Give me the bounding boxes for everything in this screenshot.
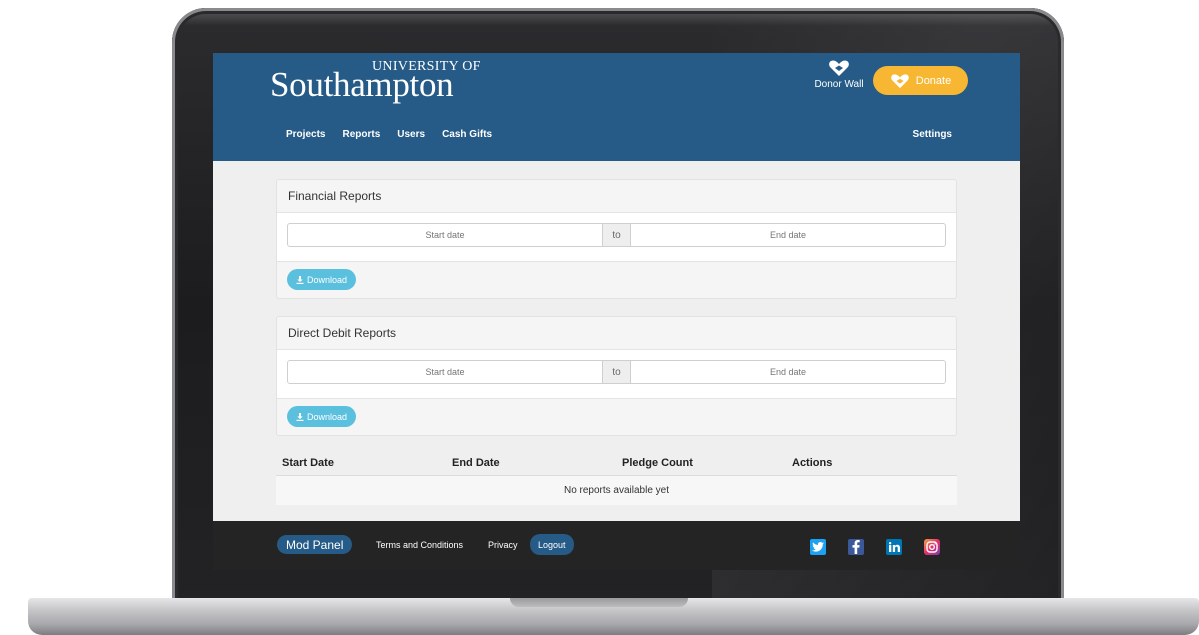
financial-reports-date-range: to — [277, 213, 956, 262]
logo-southampton: Southampton — [270, 65, 454, 104]
financial-end-date-input[interactable] — [630, 223, 946, 247]
direct-debit-start-date-input[interactable] — [287, 360, 603, 384]
direct-debit-date-separator: to — [603, 360, 630, 384]
financial-reports-panel: Financial Reports to Download — [276, 179, 957, 299]
laptop-notch — [510, 598, 688, 607]
direct-debit-end-date-input[interactable] — [630, 360, 946, 384]
site-header: UNIVERSITY OF Southampton Donor Wall Don… — [213, 53, 1020, 161]
table-empty-message: No reports available yet — [276, 476, 957, 505]
financial-download-button[interactable]: Download — [287, 269, 356, 290]
financial-date-separator: to — [603, 223, 630, 247]
donor-wall-link[interactable]: Donor Wall — [809, 59, 869, 90]
heart-hands-icon — [829, 60, 849, 76]
nav-settings[interactable]: Settings — [913, 129, 952, 140]
linkedin-icon[interactable] — [886, 539, 902, 555]
nav-projects[interactable]: Projects — [286, 129, 325, 140]
column-start-date: Start Date — [282, 457, 334, 469]
donate-button[interactable]: Donate — [873, 66, 968, 95]
heart-icon — [890, 73, 909, 88]
download-icon — [296, 412, 304, 421]
main-nav: Projects Reports Users Cash Gifts — [286, 129, 492, 140]
column-actions: Actions — [792, 457, 833, 469]
nav-reports[interactable]: Reports — [342, 129, 380, 140]
privacy-link[interactable]: Privacy — [488, 540, 518, 550]
reports-table: Start Date End Date Pledge Count Actions… — [276, 450, 957, 505]
financial-reports-footer: Download — [277, 262, 956, 298]
column-end-date: End Date — [452, 457, 500, 469]
nav-cash-gifts[interactable]: Cash Gifts — [442, 129, 492, 140]
nav-users[interactable]: Users — [397, 129, 425, 140]
terms-link[interactable]: Terms and Conditions — [376, 540, 463, 550]
direct-debit-download-button[interactable]: Download — [287, 406, 356, 427]
direct-debit-reports-title: Direct Debit Reports — [277, 317, 956, 350]
laptop-screen: UNIVERSITY OF Southampton Donor Wall Don… — [213, 53, 1020, 570]
twitter-icon[interactable] — [810, 539, 826, 555]
instagram-icon[interactable] — [924, 539, 940, 555]
financial-download-label: Download — [306, 274, 348, 285]
table-header-row: Start Date End Date Pledge Count Actions — [276, 450, 957, 476]
donor-wall-label: Donor Wall — [814, 79, 864, 90]
column-pledge-count: Pledge Count — [622, 457, 693, 469]
direct-debit-reports-footer: Download — [277, 399, 956, 435]
financial-reports-title: Financial Reports — [277, 180, 956, 213]
direct-debit-reports-panel: Direct Debit Reports to Download — [276, 316, 957, 436]
direct-debit-date-range: to — [277, 350, 956, 399]
direct-debit-download-label: Download — [306, 411, 348, 422]
financial-start-date-input[interactable] — [287, 223, 603, 247]
facebook-icon[interactable] — [848, 539, 864, 555]
donate-label: Donate — [915, 74, 952, 87]
download-icon — [296, 275, 304, 284]
site-footer: Mod Panel Terms and Conditions Privacy L… — [213, 521, 1020, 570]
logout-button[interactable]: Logout — [530, 534, 574, 555]
mod-panel-button[interactable]: Mod Panel — [277, 535, 353, 554]
